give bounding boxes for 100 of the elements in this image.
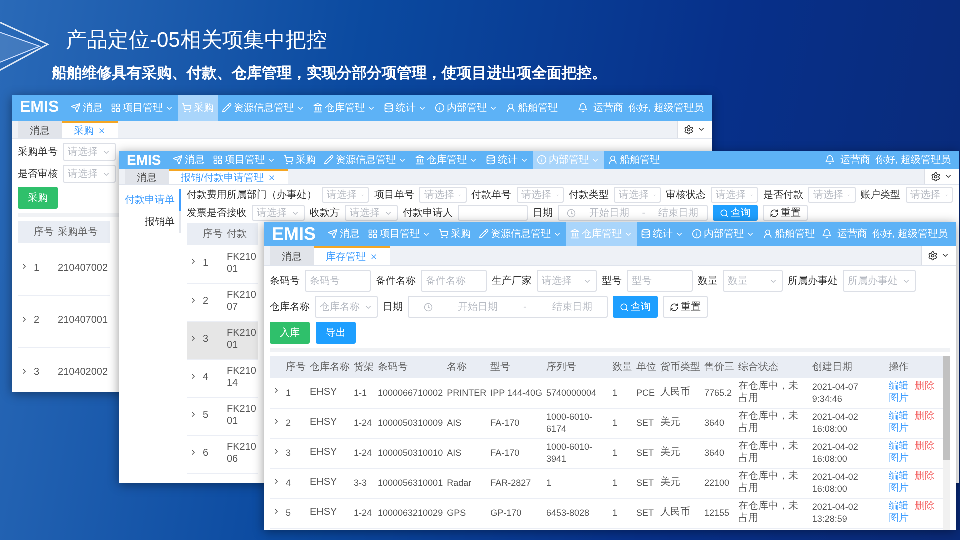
settings-button[interactable] xyxy=(677,121,712,138)
nav-item[interactable]: 内部管理 xyxy=(533,151,604,169)
delete-link[interactable]: 删除 xyxy=(914,441,935,452)
edit-link[interactable]: 编辑 xyxy=(888,501,909,512)
date-range-field[interactable]: 开始日期 - 结束日期 xyxy=(408,296,608,318)
image-link[interactable]: 图片 xyxy=(888,513,909,524)
bell-icon[interactable] xyxy=(822,229,832,239)
expand-icon[interactable] xyxy=(20,366,29,376)
nav-item[interactable]: 统计 xyxy=(380,95,432,121)
expand-icon[interactable] xyxy=(20,314,29,324)
nav-item[interactable]: 消息 xyxy=(67,95,108,121)
nav-item[interactable]: 采购 xyxy=(178,95,218,121)
close-icon[interactable] xyxy=(268,174,276,182)
export-button[interactable]: 导出 xyxy=(316,322,356,344)
nav-item[interactable]: 消息 xyxy=(169,151,210,169)
select-field[interactable]: 请选择 xyxy=(63,143,116,161)
nav-item[interactable]: 采购 xyxy=(435,222,476,246)
nav-item[interactable]: 船舶管理 xyxy=(604,151,664,169)
search-button[interactable]: 查询 xyxy=(613,296,658,318)
page-tab[interactable]: 消息 xyxy=(125,169,169,184)
nav-item[interactable]: 内部管理 xyxy=(688,222,760,246)
nav-item[interactable]: 消息 xyxy=(324,222,364,246)
nav-item[interactable]: 项目管理 xyxy=(364,222,436,246)
select-field[interactable]: 所属办事处 xyxy=(843,270,916,292)
bell-icon[interactable] xyxy=(578,103,588,113)
delete-link[interactable]: 删除 xyxy=(914,380,935,392)
page-tab[interactable]: 消息 xyxy=(270,246,314,265)
nav-item[interactable]: 资源信息管理 xyxy=(320,151,412,169)
nav-item[interactable]: 仓库管理 xyxy=(411,151,482,169)
nav-item[interactable]: 仓库管理 xyxy=(309,95,380,121)
edit-link[interactable]: 编辑 xyxy=(888,380,909,392)
notice-link[interactable]: 运营商 xyxy=(837,227,868,241)
select-field[interactable]: 请选择 xyxy=(252,205,305,221)
nav-item[interactable]: 采购 xyxy=(280,151,320,169)
settings-button[interactable] xyxy=(921,246,956,265)
add-button[interactable]: 入库 xyxy=(270,322,310,344)
nav-item[interactable]: 船舶管理 xyxy=(759,222,820,246)
select-field[interactable]: 请选择 xyxy=(63,165,116,183)
add-button[interactable]: 采购 xyxy=(18,187,58,209)
input-field[interactable]: 备件名称 xyxy=(421,270,487,292)
input-field[interactable] xyxy=(458,205,528,221)
expand-icon[interactable] xyxy=(189,448,198,456)
expand-icon[interactable] xyxy=(189,257,198,266)
delete-link[interactable]: 删除 xyxy=(914,501,935,512)
date-range-field[interactable]: 开始日期 - 结束日期 xyxy=(558,205,708,221)
page-tab[interactable]: 消息 xyxy=(18,121,62,138)
notice-link[interactable]: 运营商 xyxy=(840,153,870,167)
page-tab[interactable]: 采购 xyxy=(62,121,118,138)
nav-item[interactable]: 统计 xyxy=(482,151,534,169)
select-field[interactable]: 请选择 xyxy=(419,187,467,203)
input-field[interactable]: 条码号 xyxy=(305,270,371,292)
side-menu-item[interactable]: 报销单 xyxy=(141,211,181,233)
nav-item[interactable]: 船舶管理 xyxy=(502,95,562,121)
expand-icon[interactable] xyxy=(189,410,198,418)
image-link[interactable]: 图片 xyxy=(888,483,909,494)
settings-button[interactable] xyxy=(924,169,959,184)
page-tab[interactable]: 库存管理 xyxy=(314,246,390,265)
image-link[interactable]: 图片 xyxy=(888,453,909,464)
nav-item[interactable]: 项目管理 xyxy=(107,95,178,121)
select-field[interactable]: 请选择 xyxy=(537,270,597,292)
side-menu-item[interactable]: 付款申请单 xyxy=(121,189,181,211)
expand-icon[interactable] xyxy=(272,476,281,486)
edit-link[interactable]: 编辑 xyxy=(888,441,909,452)
scrollbar[interactable] xyxy=(943,356,950,530)
select-field[interactable]: 请选择 xyxy=(614,187,662,203)
nav-item[interactable]: 内部管理 xyxy=(431,95,502,121)
nav-item[interactable]: 资源信息管理 xyxy=(218,95,310,121)
expand-icon[interactable] xyxy=(189,296,198,304)
bell-icon[interactable] xyxy=(825,155,836,165)
input-field[interactable]: 型号 xyxy=(627,270,693,292)
delete-link[interactable]: 删除 xyxy=(914,471,935,482)
reset-button[interactable]: 重置 xyxy=(763,205,808,221)
close-icon[interactable] xyxy=(370,252,378,260)
edit-link[interactable]: 编辑 xyxy=(888,411,909,422)
select-field[interactable]: 请选择 xyxy=(345,205,398,221)
expand-icon[interactable] xyxy=(189,334,198,342)
expand-cell[interactable] xyxy=(187,321,201,359)
select-field[interactable]: 请选择 xyxy=(516,187,564,203)
expand-icon[interactable] xyxy=(272,506,281,516)
expand-icon[interactable] xyxy=(272,446,281,456)
delete-link[interactable]: 删除 xyxy=(914,411,935,422)
nav-item[interactable]: 项目管理 xyxy=(209,151,280,169)
notice-link[interactable]: 运营商 xyxy=(593,101,624,115)
edit-link[interactable]: 编辑 xyxy=(888,471,909,482)
select-field[interactable]: 请选择 xyxy=(808,187,856,203)
expand-icon[interactable] xyxy=(189,372,198,380)
select-field[interactable]: 请选择 xyxy=(906,187,953,203)
image-link[interactable]: 图片 xyxy=(888,423,909,434)
image-link[interactable]: 图片 xyxy=(888,392,909,404)
select-field[interactable]: 数量 xyxy=(723,270,783,292)
nav-item[interactable]: 仓库管理 xyxy=(566,222,638,246)
reset-button[interactable]: 重置 xyxy=(663,296,708,318)
expand-icon[interactable] xyxy=(20,262,29,272)
search-button[interactable]: 查询 xyxy=(713,205,758,221)
close-icon[interactable] xyxy=(98,126,106,134)
nav-item[interactable]: 统计 xyxy=(637,222,688,246)
expand-icon[interactable] xyxy=(272,386,281,396)
select-field[interactable]: 请选择 xyxy=(711,187,758,203)
select-field[interactable]: 仓库名称 xyxy=(315,296,378,318)
page-tab[interactable]: 报销/付款申请管理 xyxy=(169,169,288,184)
